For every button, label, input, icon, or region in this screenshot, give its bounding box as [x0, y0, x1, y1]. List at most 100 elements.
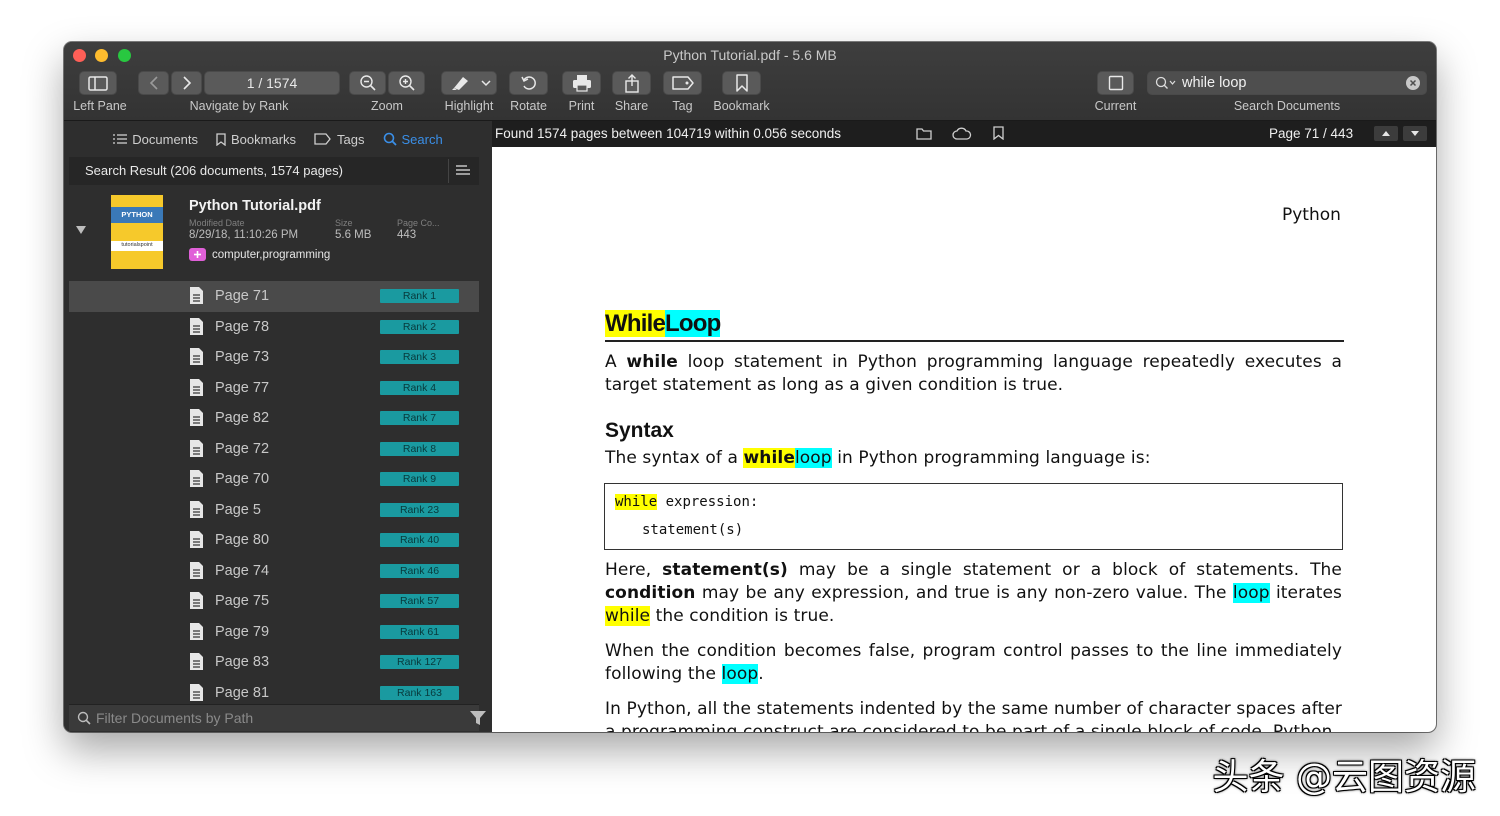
previous-button[interactable]	[138, 71, 169, 95]
window-title: Python Tutorial.pdf - 5.6 MB	[663, 47, 837, 63]
folder-icon[interactable]	[916, 127, 932, 140]
page-indicator[interactable]: 1 / 1574	[204, 71, 340, 95]
syntax-pre: The syntax of a	[605, 448, 744, 468]
page-counter: Page 71 / 443	[1269, 126, 1354, 141]
page-result-row[interactable]: Page 5 Rank 23	[69, 495, 479, 526]
rank-badge: Rank 57	[380, 594, 459, 609]
highlight-button[interactable]	[441, 71, 497, 95]
sort-menu-icon[interactable]	[455, 163, 471, 180]
document-icon	[190, 287, 203, 304]
page-count-label: Page Co...	[397, 218, 440, 228]
share-label: Share	[614, 99, 649, 113]
when-loop: loop	[721, 664, 759, 684]
document-icon	[190, 378, 203, 396]
rank-badge: Rank 2	[380, 319, 459, 334]
sidebar-tabs: Documents Bookmarks Tags Search	[64, 121, 492, 157]
tag-button[interactable]	[663, 71, 702, 95]
page-result-label: Page 70	[215, 471, 270, 488]
page-result-row[interactable]: Page 83 Rank 127	[69, 647, 479, 678]
cloud-icon[interactable]	[952, 127, 972, 140]
chevron-down-icon	[481, 80, 491, 87]
page-result-label: Page 74	[215, 562, 270, 579]
zoom-out-button[interactable]	[349, 71, 386, 95]
document-icon	[190, 470, 203, 487]
size-label: Size	[335, 218, 353, 228]
funnel-icon[interactable]	[469, 710, 487, 726]
tab-bookmarks[interactable]: Bookmarks	[216, 132, 296, 147]
next-match-button[interactable]	[1403, 126, 1427, 141]
document-thumbnail: PYTHON tutorialspoint	[111, 195, 163, 269]
page-result-row[interactable]: Page 73 Rank 3	[69, 342, 479, 373]
search-icon	[77, 711, 91, 725]
syntax-post: in Python programming language is:	[831, 448, 1151, 468]
left-sidebar: Documents Bookmarks Tags Search Search R…	[64, 121, 492, 732]
tab-search[interactable]: Search	[383, 132, 443, 147]
page-result-row[interactable]: Page 82 Rank 7	[69, 403, 479, 434]
page-header: Python	[1282, 205, 1341, 225]
bookmark-button[interactable]	[722, 71, 761, 95]
modified-value: 8/29/18, 11:10:26 PM	[189, 229, 299, 241]
previous-match-button[interactable]	[1374, 126, 1398, 141]
printer-icon	[572, 75, 591, 92]
when-text-1: When the condition becomes false, progra…	[605, 641, 1342, 684]
rank-badge: Rank 7	[380, 411, 459, 426]
page-result-row[interactable]: Page 72 Rank 8	[69, 434, 479, 465]
code-expression: expression:	[657, 494, 759, 510]
tag-icon	[314, 133, 331, 145]
code-while: while	[615, 494, 658, 510]
page-result-label: Page 77	[215, 379, 270, 396]
intro-text: A	[605, 352, 627, 372]
clear-search-icon[interactable]	[1406, 76, 1420, 90]
document-icon	[190, 348, 203, 365]
triangle-down-icon	[1411, 131, 1419, 136]
tab-documents[interactable]: Documents	[113, 132, 198, 147]
document-icon	[190, 409, 203, 426]
search-status-text: Found 1574 pages between 104719 within 0…	[495, 126, 842, 141]
watermark: 头条 @云图资源	[1212, 757, 1476, 798]
rank-badge: Rank 127	[380, 655, 459, 670]
highlight-label: Highlight	[444, 99, 494, 113]
search-input[interactable]: while loop	[1182, 75, 1247, 91]
here-text-5: the condition is true.	[650, 606, 835, 626]
rank-badge: Rank 163	[380, 685, 459, 700]
page-result-row[interactable]: Page 74 Rank 46	[69, 556, 479, 587]
rotate-button[interactable]	[509, 71, 548, 95]
tab-search-label: Search	[401, 131, 443, 147]
filter-input[interactable]: Filter Documents by Path	[96, 710, 253, 726]
page-result-row[interactable]: Page 81 Rank 163	[69, 678, 479, 704]
code-line-2: statement(s)	[642, 522, 744, 538]
rank-badge: Rank 8	[380, 441, 459, 456]
page-result-row[interactable]: Page 77 Rank 4	[69, 373, 479, 404]
zoom-in-button[interactable]	[388, 71, 425, 95]
tab-tags[interactable]: Tags	[314, 132, 365, 147]
bookmark-icon[interactable]	[993, 126, 1004, 140]
rank-badge: Rank 40	[380, 533, 459, 548]
rank-badge: Rank 23	[380, 502, 459, 517]
page-result-row[interactable]: Page 75 Rank 57	[69, 586, 479, 617]
list-icon	[113, 134, 128, 144]
share-icon	[624, 73, 639, 93]
page-result-label: Page 78	[215, 318, 270, 335]
page-result-row[interactable]: Page 78 Rank 2	[69, 312, 479, 343]
code-block: while expression: statement(s)	[604, 483, 1343, 550]
filter-bar: Filter Documents by Path	[69, 704, 486, 731]
current-button[interactable]	[1097, 71, 1134, 95]
document-entry[interactable]: PYTHON tutorialspoint Python Tutorial.pd…	[69, 191, 479, 273]
status-bar: Found 1574 pages between 104719 within 0…	[492, 121, 1436, 147]
disclosure-triangle-icon[interactable]	[75, 225, 87, 235]
page-result-row[interactable]: Page 71 Rank 1	[69, 281, 479, 312]
left-pane-button[interactable]	[79, 71, 117, 95]
document-name: Python Tutorial.pdf	[189, 198, 321, 214]
here-statement: statement(s)	[662, 560, 788, 580]
print-button[interactable]	[562, 71, 601, 95]
share-button[interactable]	[612, 71, 651, 95]
page-result-row[interactable]: Page 80 Rank 40	[69, 525, 479, 556]
zoom-in-icon	[398, 75, 415, 91]
page-result-label: Page 79	[215, 623, 270, 640]
page-result-row[interactable]: Page 79 Rank 61	[69, 617, 479, 648]
next-button[interactable]	[171, 71, 202, 95]
page-result-row[interactable]: Page 70 Rank 9	[69, 464, 479, 495]
document-tags: computer,programming	[212, 249, 331, 261]
search-field[interactable]: while loop	[1147, 71, 1427, 95]
divider	[448, 159, 449, 183]
